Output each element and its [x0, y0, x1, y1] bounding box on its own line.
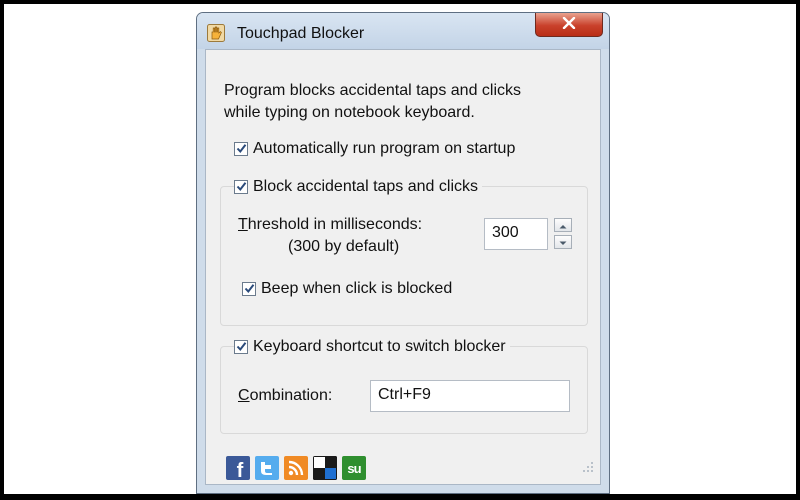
block-taps-checkbox[interactable] [234, 180, 248, 194]
rss-icon[interactable] [284, 456, 308, 480]
hand-app-icon [207, 24, 225, 42]
checkmark-icon [244, 284, 255, 294]
touchpad-blocker-window: Touchpad Blocker Program blocks accident… [196, 12, 610, 494]
delicious-icon[interactable] [313, 456, 337, 480]
checkmark-icon [236, 342, 247, 352]
combination-label: Combination: [238, 387, 332, 405]
close-icon [562, 16, 576, 34]
combination-label-rest: ombination: [249, 387, 333, 404]
threshold-label-rest: hreshold in milliseconds: [247, 216, 423, 233]
block-taps-checkbox-row[interactable]: Block accidental taps and clicks [234, 178, 482, 196]
autorun-checkbox-row[interactable]: Automatically run program on startup [234, 140, 520, 158]
description-line-2: while typing on notebook keyboard. [224, 104, 475, 121]
threshold-increment-button[interactable] [554, 218, 572, 232]
beep-checkbox[interactable] [242, 282, 256, 296]
shortcut-checkbox-row[interactable]: Keyboard shortcut to switch blocker [234, 338, 510, 356]
resize-grip-icon[interactable] [582, 460, 594, 478]
twitter-icon[interactable] [255, 456, 279, 480]
threshold-mnemonic: T [238, 216, 248, 233]
threshold-decrement-button[interactable] [554, 235, 572, 249]
program-description: Program blocks accidental taps and click… [224, 80, 584, 124]
close-button[interactable] [535, 13, 603, 37]
autorun-label: Automatically run program on startup [253, 140, 516, 157]
window-title: Touchpad Blocker [237, 25, 365, 42]
client-area: Program blocks accidental taps and click… [205, 49, 601, 485]
combination-mnemonic: C [238, 387, 250, 404]
chevron-down-icon [559, 233, 567, 251]
stumbleupon-icon[interactable]: su [342, 456, 366, 480]
beep-checkbox-row[interactable]: Beep when click is blocked [242, 280, 457, 298]
block-taps-label: Block accidental taps and clicks [253, 178, 478, 195]
checkmark-icon [236, 144, 247, 154]
checkmark-icon [236, 182, 247, 192]
autorun-checkbox[interactable] [234, 142, 248, 156]
chevron-up-icon [559, 216, 567, 234]
screen: Touchpad Blocker Program blocks accident… [4, 4, 796, 494]
title-bar[interactable]: Touchpad Blocker [197, 13, 609, 49]
facebook-icon[interactable]: f [226, 456, 250, 480]
beep-label: Beep when click is blocked [261, 280, 453, 297]
block-taps-group [220, 186, 588, 326]
threshold-hint: (300 by default) [288, 238, 400, 255]
description-line-1: Program blocks accidental taps and click… [224, 82, 522, 99]
threshold-input[interactable]: 300 [484, 218, 548, 250]
shortcut-label: Keyboard shortcut to switch blocker [253, 338, 506, 355]
combination-input[interactable]: Ctrl+F9 [370, 380, 570, 412]
threshold-label: Threshold in milliseconds: [238, 216, 422, 234]
shortcut-checkbox[interactable] [234, 340, 248, 354]
